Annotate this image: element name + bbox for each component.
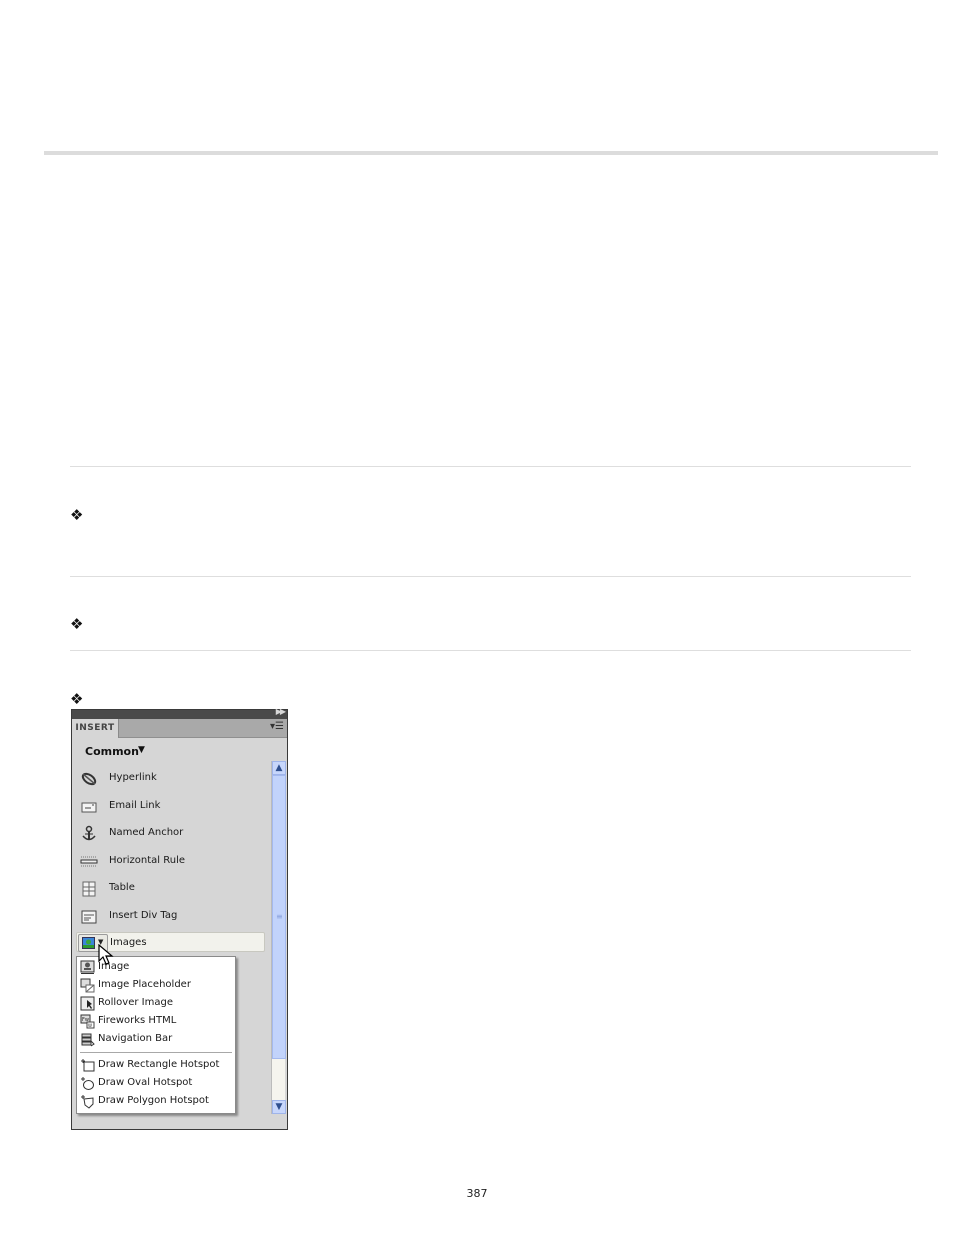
insert-item-insert-div-tag[interactable]: Insert Div Tag: [78, 906, 263, 928]
section-divider: [70, 650, 911, 651]
list-item-label: Insert Div Tag: [109, 910, 178, 921]
scrollbar[interactable]: ▲ ≡ ▼: [271, 761, 286, 1114]
mouse-cursor-icon: [98, 944, 114, 965]
grip-icon: ≡: [276, 912, 283, 921]
menu-item-label: Fireworks HTML: [98, 1015, 177, 1026]
image-icon: [80, 960, 95, 974]
insert-item-horizontal-rule[interactable]: Horizontal Rule: [78, 851, 263, 873]
bullet-icon: ❖: [70, 615, 84, 633]
hyperlink-icon: [81, 772, 97, 786]
menu-item-label: Draw Polygon Hotspot: [98, 1095, 209, 1106]
section-divider: [70, 466, 911, 467]
images-label: Images: [110, 937, 147, 948]
horizontal-rule-icon: [80, 856, 98, 867]
double-chevron-right-icon[interactable]: ▶▶: [276, 707, 286, 716]
list-item-label: Email Link: [109, 800, 161, 811]
menu-item-label: Navigation Bar: [98, 1033, 173, 1044]
menu-item-draw-rectangle-hotspot[interactable]: Draw Rectangle Hotspot: [79, 1057, 233, 1075]
div-tag-icon: [81, 910, 97, 924]
panel-tab-row: INSERT ▾☰: [72, 719, 287, 738]
navigation-bar-icon: [81, 1033, 95, 1047]
fireworks-html-icon: FwW: [80, 1014, 95, 1029]
anchor-icon: [82, 825, 96, 841]
panel-menu-icon[interactable]: ▾☰: [270, 721, 284, 732]
insert-item-hyperlink[interactable]: Hyperlink: [78, 768, 263, 790]
table-icon: [82, 881, 96, 897]
image-placeholder-icon: [80, 978, 95, 993]
list-item-label: Named Anchor: [109, 827, 184, 838]
insert-item-email-link[interactable]: Email Link: [78, 796, 263, 818]
menu-separator: [80, 1052, 232, 1053]
menu-item-draw-polygon-hotspot[interactable]: Draw Polygon Hotspot: [79, 1093, 233, 1111]
menu-item-rollover-image[interactable]: Rollover Image: [79, 995, 233, 1013]
email-link-icon: [81, 802, 97, 813]
polygon-hotspot-icon: [81, 1095, 94, 1109]
menu-item-label: Draw Rectangle Hotspot: [98, 1059, 220, 1070]
page-number: 387: [466, 1187, 488, 1200]
list-item-label: Table: [109, 882, 135, 893]
category-selector[interactable]: Common: [85, 745, 139, 758]
rollover-image-icon: [80, 996, 95, 1011]
insert-item-named-anchor[interactable]: Named Anchor: [78, 823, 263, 845]
list-item-label: Hyperlink: [109, 772, 157, 783]
menu-item-navigation-bar[interactable]: Navigation Bar: [79, 1031, 233, 1049]
insert-item-table[interactable]: Table: [78, 878, 263, 900]
menu-item-draw-oval-hotspot[interactable]: Draw Oval Hotspot: [79, 1075, 233, 1093]
svg-text:W: W: [88, 1023, 92, 1028]
tab-insert[interactable]: INSERT: [72, 719, 119, 738]
scrollbar-thumb[interactable]: ≡: [272, 775, 286, 1059]
triangle-down-icon[interactable]: ▼: [138, 745, 145, 755]
rectangle-hotspot-icon: [81, 1059, 95, 1072]
list-item-label: Horizontal Rule: [109, 855, 186, 866]
section-divider: [70, 576, 911, 577]
oval-hotspot-icon: [81, 1077, 94, 1090]
images-dropdown-menu: Image Image Placeholder Rollover Image F…: [76, 956, 236, 1114]
bullet-icon: ❖: [70, 690, 84, 708]
menu-item-label: Rollover Image: [98, 997, 173, 1008]
menu-item-label: Image Placeholder: [98, 979, 191, 990]
menu-item-label: Draw Oval Hotspot: [98, 1077, 193, 1088]
image-icon: [82, 937, 95, 949]
bullet-icon: ❖: [70, 506, 84, 524]
chevron-down-icon[interactable]: ▼: [272, 1100, 286, 1114]
menu-item-fireworks-html[interactable]: Fw W Fireworks HTML: [79, 1013, 233, 1031]
menu-item-image-placeholder[interactable]: Image Placeholder: [79, 977, 233, 995]
panel-titlebar: ▶▶: [72, 707, 287, 719]
header-divider: [44, 151, 938, 155]
chevron-up-icon[interactable]: ▲: [272, 761, 286, 775]
